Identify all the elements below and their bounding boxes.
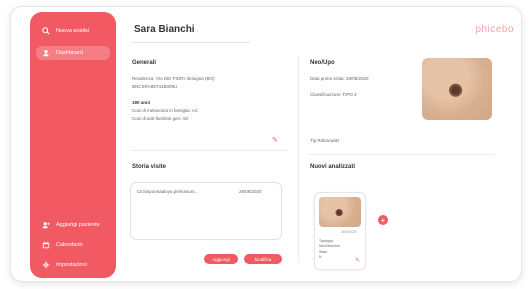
neo-classification: Classificazione: TIPO 2 (310, 92, 357, 97)
general-family-other: Cosi di anti-familiari gen: AD (132, 116, 189, 121)
sidebar-item-label: Impostazioni (56, 262, 87, 268)
horizontal-divider (130, 150, 288, 151)
sidebar-item-settings[interactable]: Impostazioni (36, 258, 110, 272)
analysis-card-line4: N (319, 255, 322, 259)
analysis-card-date: 28/05/2020 (341, 230, 357, 234)
edit-analysis-icon[interactable]: ✎ (355, 257, 360, 264)
sidebar-item-calendar[interactable]: Calendario (36, 238, 110, 252)
general-age: 190 anni (132, 100, 151, 105)
history-edit-button[interactable]: Modifica (244, 254, 282, 264)
sidebar-item-label: Dashboard (56, 50, 83, 56)
history-list-box: Ciclosporinaaloya.pelmasurs... 28/05/202… (130, 182, 282, 240)
sidebar-item-add-patient[interactable]: Aggiungi paziente (36, 218, 110, 232)
add-user-icon (42, 221, 50, 229)
general-address: Residenza: VIA DEI FIORI, Bologna (BO) (132, 76, 215, 81)
main-content: Sara Bianchi › phicebo Generali Residenz… (124, 12, 520, 278)
section-title-analyses: Nuovi analizzati (310, 164, 356, 170)
history-entry-text[interactable]: Ciclosporinaaloya.pelmasurs... (137, 189, 198, 194)
analysis-card-line1: Tipologia: (319, 239, 334, 243)
edit-general-icon[interactable]: ✎ (272, 136, 278, 144)
add-analysis-button[interactable]: + (378, 215, 388, 225)
neo-footer-label: Tip Rabinowitz (310, 138, 340, 143)
history-add-button[interactable]: Aggiungi (204, 254, 238, 264)
history-entry-date: 28/05/2020 (239, 189, 262, 194)
brand-logo: phicebo (475, 24, 514, 35)
user-icon (42, 49, 50, 57)
page-title: Sara Bianchi (134, 24, 195, 35)
sidebar: Nuova analisi Dashboard Aggiungi pazient… (30, 12, 116, 278)
calendar-icon (42, 241, 50, 249)
sidebar-item-label: Nuova analisi (56, 28, 90, 34)
general-family-melanoma: Cosi di melanoma in famiglia: AC (132, 108, 199, 113)
section-title-neo: Neo/Upo (310, 60, 335, 66)
analysis-card-line2: Neo/Nevo/Ulc (319, 244, 340, 248)
sidebar-item-label: Aggiungi paziente (56, 222, 100, 228)
sidebar-item-label: Calendario (56, 242, 83, 248)
sidebar-item-new-analysis[interactable]: Nuova analisi (36, 24, 110, 38)
section-title-history: Storia visite (132, 164, 167, 170)
analysis-card[interactable]: 28/05/2020 Tipologia: Neo/Nevo/Ulc Stato… (314, 192, 366, 270)
vertical-divider (298, 56, 299, 262)
title-underline (132, 42, 250, 43)
analysis-card-line3: Stato: (319, 250, 328, 254)
general-fiscal-code: BNCSRA85T41B009U (132, 84, 178, 89)
gear-icon (42, 261, 50, 269)
chevron-right-icon[interactable]: › (196, 26, 199, 35)
analysis-card-photo (319, 197, 361, 227)
search-icon (42, 27, 50, 35)
section-title-general: Generali (132, 60, 157, 66)
lesion-photo[interactable] (422, 58, 492, 120)
sidebar-item-dashboard[interactable]: Dashboard (36, 46, 110, 60)
horizontal-divider (308, 154, 494, 155)
neo-first-visit: Data prima visita: 28/05/2020 (310, 76, 369, 81)
